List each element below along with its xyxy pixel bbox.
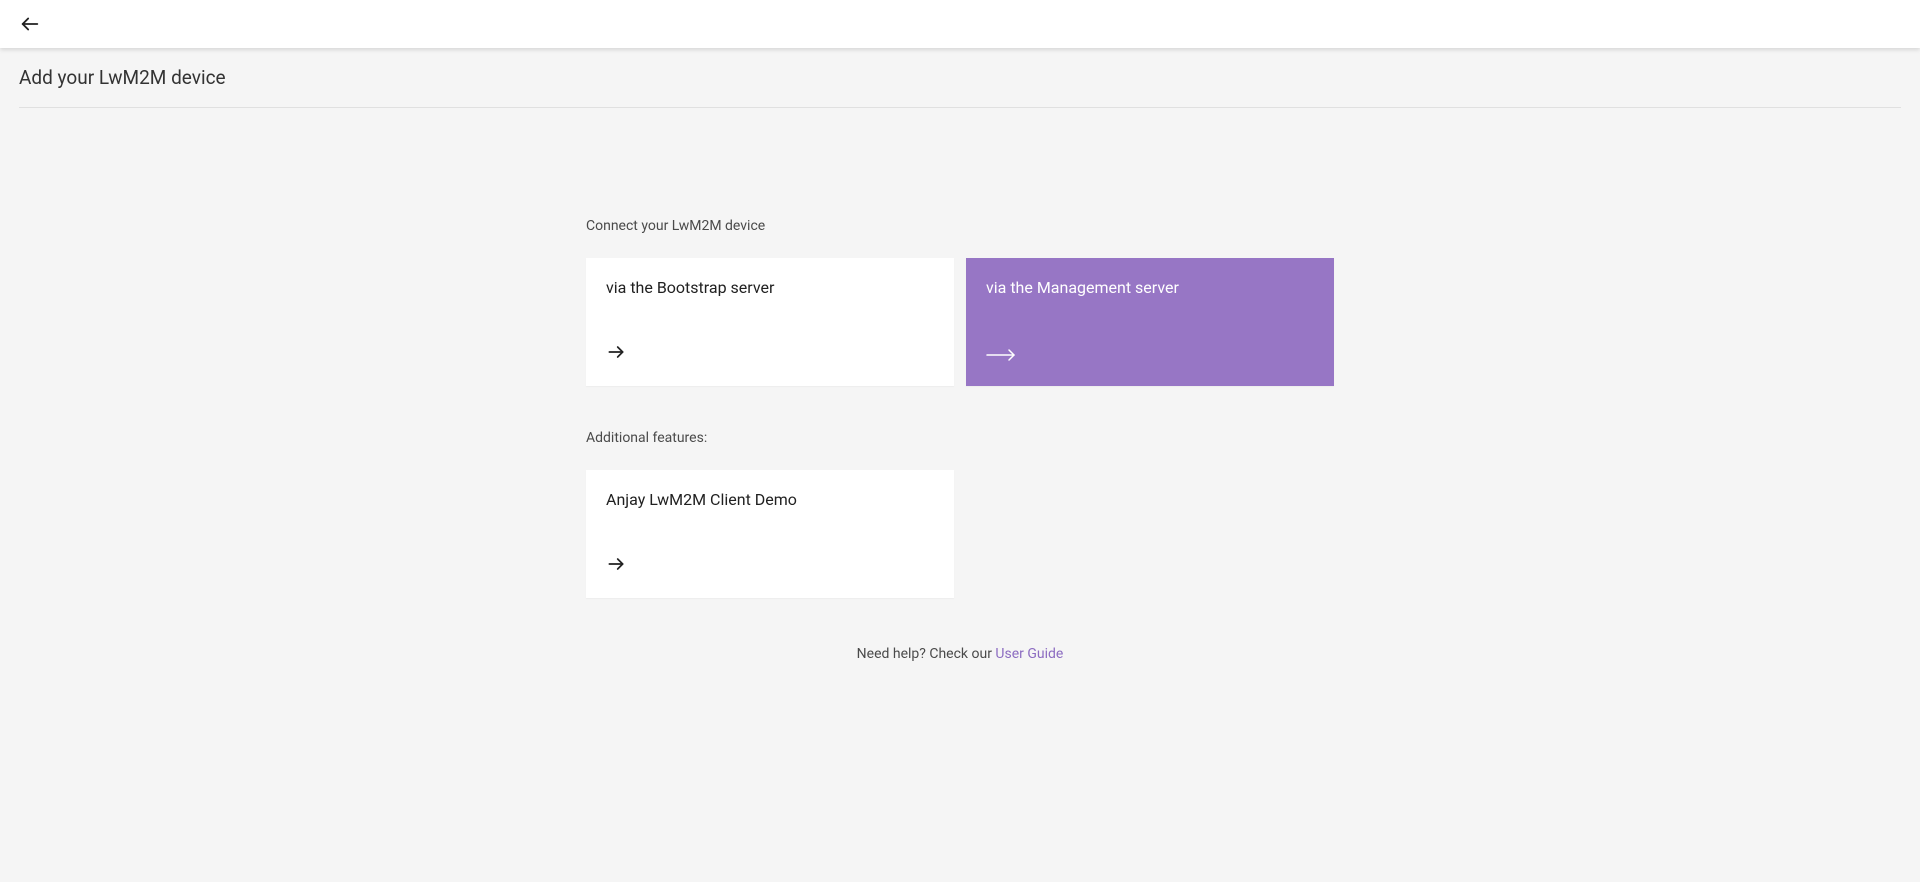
additional-section-label: Additional features: bbox=[586, 430, 1334, 446]
content-area: Connect your LwM2M device via the Bootst… bbox=[586, 108, 1334, 662]
card-bootstrap-server[interactable]: via the Bootstrap server bbox=[586, 258, 954, 386]
connect-card-grid: via the Bootstrap server via the Managem… bbox=[586, 258, 1334, 386]
page-container: Add your LwM2M device Connect your LwM2M… bbox=[0, 48, 1920, 662]
arrow-right-icon bbox=[606, 342, 934, 366]
top-bar bbox=[0, 0, 1920, 48]
connect-section-label: Connect your LwM2M device bbox=[586, 218, 1334, 234]
user-guide-link[interactable]: User Guide bbox=[995, 646, 1063, 662]
card-title: via the Management server bbox=[986, 278, 1314, 297]
additional-card-grid: Anjay LwM2M Client Demo bbox=[586, 470, 1334, 598]
help-prefix: Need help? Check our bbox=[857, 646, 996, 662]
card-title: via the Bootstrap server bbox=[606, 278, 934, 297]
back-button[interactable] bbox=[18, 12, 42, 36]
help-text: Need help? Check our User Guide bbox=[586, 646, 1334, 662]
arrow-left-icon bbox=[19, 13, 41, 35]
card-management-server[interactable]: via the Management server bbox=[966, 258, 1334, 386]
card-title: Anjay LwM2M Client Demo bbox=[606, 490, 934, 509]
arrow-right-long-icon bbox=[986, 347, 1314, 366]
card-anjay-demo[interactable]: Anjay LwM2M Client Demo bbox=[586, 470, 954, 598]
arrow-right-icon bbox=[606, 554, 934, 578]
page-title: Add your LwM2M device bbox=[19, 48, 1901, 108]
